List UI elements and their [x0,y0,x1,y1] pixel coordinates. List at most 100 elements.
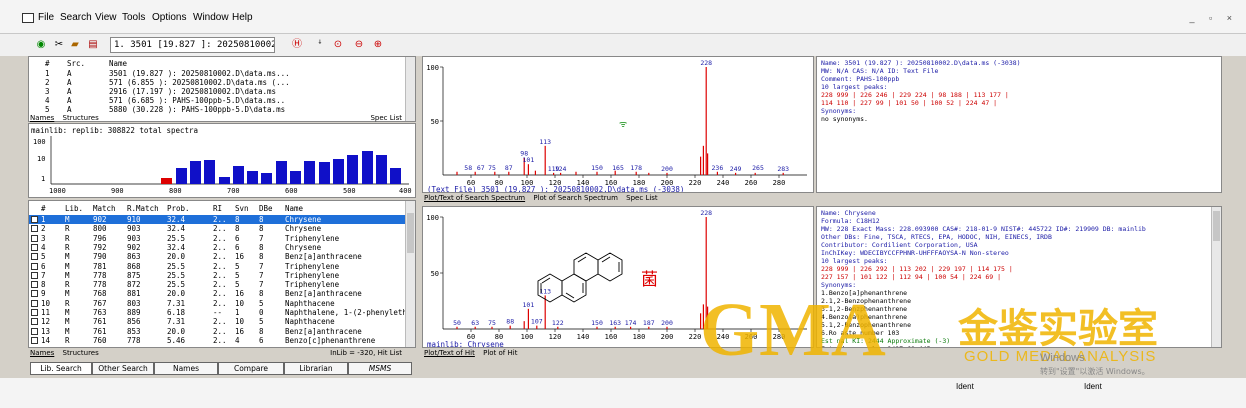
cell-lib: R [65,335,70,345]
hit-list-row[interactable]: 2 R 800 903 32.4 2.. 8 8 Chrysene [29,224,407,233]
hist-x-tick: 700 [227,187,240,195]
menu-file[interactable]: File [38,12,54,23]
tab-plot-text-search[interactable]: Plot/Text of Search Spectrum [424,194,525,202]
tab-plot-text-hit[interactable]: Plot/Text of Hit [424,349,475,357]
hist-bar [290,171,301,184]
cell-name: 3501 (19.827 ): 20250810002.D\data.ms... [109,69,290,78]
hit-list-row[interactable]: 3 R 796 903 25.5 2.. 6 7 Triphenylene [29,234,407,243]
menu-help[interactable]: Help [232,12,253,23]
print-icon[interactable]: ▤ [86,38,100,51]
menu-tools[interactable]: Tools [122,12,145,23]
hit-list-row[interactable]: 14 R 760 778 5.46 2.. 4 6 Benzo[c]phenanthrene [29,336,407,345]
cell-lib: R [65,242,70,252]
zoom-in-icon[interactable]: ⊕ [371,38,385,51]
window-controls[interactable]: _ ▫ × [1190,13,1238,23]
tab-structures-top[interactable]: Structures [63,114,99,122]
spectrum-icon[interactable]: ✂ [52,38,66,51]
expand-toggle[interactable] [31,309,38,316]
hit-list-scroll-thumb[interactable] [407,213,414,253]
menu-view[interactable]: View [95,12,117,23]
tab-plot-search[interactable]: Plot of Search Spectrum [533,194,618,202]
hit-list-row[interactable]: 8 R 778 872 25.5 2.. 5 7 Triphenylene [29,280,407,289]
hit-list-row[interactable]: 10 R 767 803 7.31 2.. 10 5 Naphthacene [29,299,407,308]
menu-options[interactable]: Options [152,12,186,23]
spec-list-row[interactable]: 1 A 3501 (19.827 ): 20250810002.D\data.ms.… [29,69,407,78]
cell-rmatch: 902 [127,242,141,252]
menu-search[interactable]: Search [60,12,92,23]
tab-names-top[interactable]: Names [30,114,54,122]
expand-toggle[interactable] [31,216,38,223]
x-tick-label: 240 [717,333,730,341]
search-spectrum-panel: 100 50 60 80 100 120 140 160 180 200 220 240 260 280 5… [422,56,814,193]
expand-toggle[interactable] [31,281,38,289]
expand-toggle[interactable] [31,234,38,242]
expand-toggle[interactable] [31,225,38,233]
open-folder-icon[interactable]: ▰ [68,38,82,51]
hist-bar [319,162,330,184]
menu-window[interactable]: Window [193,12,229,23]
tab-other-search[interactable]: Other Search [92,362,154,375]
expand-toggle[interactable] [31,336,38,344]
hit-info-scroll-thumb[interactable] [1213,211,1220,241]
tab-spec-list[interactable]: Spec List [626,194,658,202]
peak-label: 88 [506,318,514,326]
expand-toggle[interactable] [31,299,38,307]
expand-toggle[interactable] [31,327,38,335]
go-icon[interactable]: ◉ [34,38,48,51]
info-line: Est rd non-polar 2427±68 (45 [821,345,931,347]
hit-list-row[interactable]: 4 R 792 902 32.4 2.. 6 8 Chrysene [29,243,407,252]
hit-list-row[interactable]: 7 M 778 875 25.5 2.. 5 7 Triphenylene [29,271,407,280]
hit-list-row[interactable]: 12 M 761 856 7.31 2.. 10 5 Naphthacene [29,317,407,326]
spec-list-row[interactable]: 3 A 2916 (17.197 ): 20250810002.D\data.ms [29,87,407,96]
tab-plot-hit[interactable]: Plot of Hit [483,349,517,357]
info-line: Formula: C18H12 [821,217,880,225]
cell-n: 2 [41,224,46,234]
tab-compare[interactable]: Compare [218,362,284,375]
hit-list-row[interactable]: 11 M 763 889 6.18 -- 1 0 Naphthalene, 1-(2-pheny… [29,308,407,317]
expand-toggle[interactable] [31,253,38,261]
tab-msms[interactable]: MSMS [348,362,412,375]
spec-list-header: # Src. Name [29,59,415,68]
expand-toggle[interactable] [31,290,38,298]
hit-list-row[interactable]: 9 M 768 881 20.0 2.. 16 8 Benz[a]anthracene [29,289,407,298]
cell-dbe: 5 [259,298,264,308]
hit-list-row[interactable]: 5 M 790 863 20.0 2.. 16 8 Benz[a]anthracene [29,252,407,261]
col-num: # [41,204,46,213]
tab-structures[interactable]: Structures [63,349,99,357]
expand-toggle[interactable] [31,262,38,270]
peak-label: 107 [531,318,543,326]
cell-svn: 10 [235,298,245,308]
hits-icon[interactable]: Ⓗ [290,38,304,51]
hist-bar [390,168,401,184]
hist-bar-hit [161,178,172,184]
cell-name: Triphenylene [285,270,340,280]
spec-list-row[interactable]: 2 A 571 (6.855 ): 20250810002.D\data.ms (.… [29,78,407,87]
tab-librarian[interactable]: Librarian [284,362,348,375]
zoom-out-icon[interactable]: ⊖ [352,38,366,51]
hist-bar [219,177,230,184]
cell-svn: 8 [235,215,240,224]
compound-name-label: 菌 [641,270,658,290]
hit-info-scrollbar[interactable] [1211,207,1221,347]
tab-names-mode[interactable]: Names [154,362,218,375]
spec-list-row[interactable]: 5 A 5880 (30.228 ): PAHS-100ppb-5.D\data.m… [29,105,407,114]
spec-list-row[interactable]: 4 A 571 (6.685 ): PAHS-100ppb-5.D\data.ms.… [29,96,407,105]
hit-list-row[interactable]: 1 M 902 910 32.4 2.. 8 8 Chrysene [29,215,407,224]
tab-names[interactable]: Names [30,349,54,357]
peak-icon[interactable]: ꜜ [313,38,327,51]
spec-list-scrollbar[interactable] [405,57,415,121]
info-line: MW: 228 Exact Mass: 228.093900 CAS#: 218… [821,225,1146,233]
hit-list-scrollbar[interactable] [405,201,415,347]
expand-toggle[interactable] [31,318,38,326]
target-icon[interactable]: ⊙ [331,38,345,51]
expand-toggle[interactable] [31,243,38,251]
hit-list-row[interactable]: 6 M 781 868 25.5 2.. 5 7 Triphenylene [29,262,407,271]
tab-lib-search[interactable]: Lib. Search [30,362,92,375]
hit-list-row[interactable]: 13 M 761 853 20.0 2.. 16 8 Benz[a]anthracene [29,327,407,336]
histogram-panel: mainlib: replib: 308822 total spectra 10… [28,123,416,198]
cell-ri: 2.. [213,261,227,271]
cell-name: Benzo[c]phenanthrene [285,335,376,345]
expand-toggle[interactable] [31,271,38,279]
hit-select-dropdown[interactable]: 1. 3501 [19.827 ]: 20250810002.D\c [110,37,275,53]
cell-src: A [67,105,72,114]
